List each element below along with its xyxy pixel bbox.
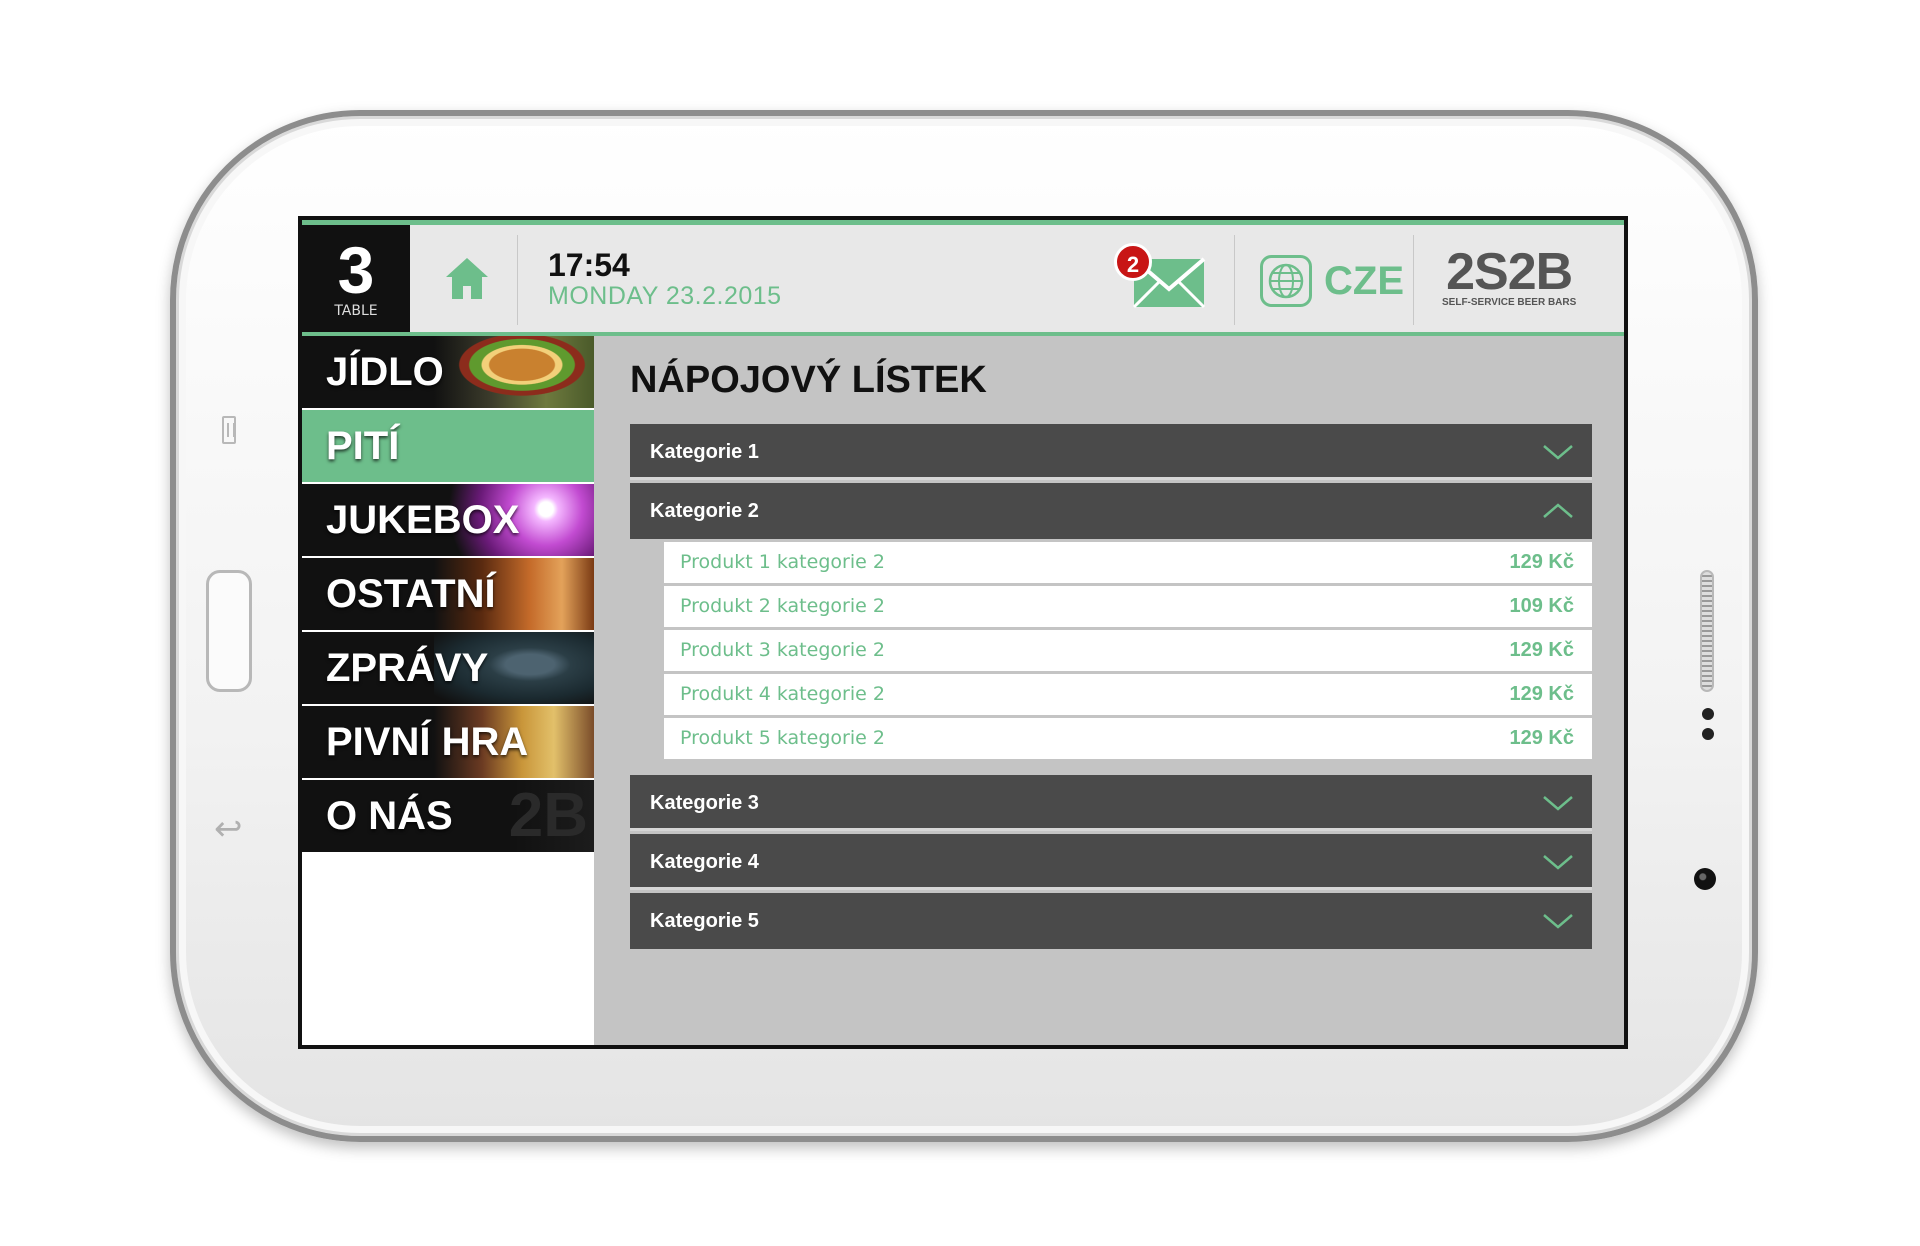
category-accordion: Kategorie 1 Kategorie 2 Produkt 1 katego… [630,424,1592,952]
logo-subtitle: SELF-SERVICE BEER BARS [1442,297,1577,308]
category-header[interactable]: Kategorie 3 [630,775,1592,831]
home-icon[interactable] [444,255,490,301]
front-camera [1694,868,1716,890]
app-screen: 3 TABLE 17:54 MONDAY 23.2.2015 2 CZE 2S2… [298,216,1628,1049]
chevron-down-icon [1543,796,1573,811]
category-header[interactable]: Kategorie 5 [630,893,1592,949]
product-row[interactable]: Produkt 4 kategorie 2 129 Kč [664,674,1592,715]
category-label: Kategorie 1 [650,441,759,463]
hardware-back-button[interactable]: ↩ [214,812,243,846]
sidebar-item-piti[interactable]: PITÍ [302,410,594,482]
product-price: 109 Kč [1509,595,1575,617]
hardware-home-button[interactable] [206,570,252,692]
category-label: Kategorie 3 [650,792,759,814]
sidebar-item-o-nas[interactable]: O NÁS [302,780,594,852]
speaker-grille [1700,570,1714,692]
sidebar-item-label: O NÁS [326,794,453,838]
sensor-dot [1702,708,1714,720]
top-bar: 3 TABLE 17:54 MONDAY 23.2.2015 2 CZE 2S2… [302,220,1624,336]
sidebar-item-pivni-hra[interactable]: PIVNÍ HRA [302,706,594,778]
product-name: Produkt 2 kategorie 2 [680,595,885,617]
clock-date: MONDAY 23.2.2015 [548,282,782,310]
logo-text: 2S2B [1446,243,1573,301]
sidebar-item-ostatni[interactable]: OSTATNÍ [302,558,594,630]
chevron-down-icon [1543,855,1573,870]
category-header[interactable]: Kategorie 1 [630,424,1592,480]
clock-time: 17:54 [548,247,630,283]
language-selector[interactable]: CZE [1324,255,1404,307]
sidebar-item-label: ZPRÁVY [326,646,489,690]
table-indicator: 3 TABLE [302,225,410,332]
header-divider [1413,235,1414,325]
product-row[interactable]: Produkt 3 kategorie 2 129 Kč [664,630,1592,671]
sensor-dot [1702,728,1714,740]
sidebar-item-label: PIVNÍ HRA [326,720,529,764]
sidebar-item-jidlo[interactable]: JÍDLO [302,336,594,408]
product-name: Produkt 3 kategorie 2 [680,639,885,661]
sidebar-item-label: PITÍ [326,424,400,468]
chevron-down-icon [1543,445,1573,460]
main-content: NÁPOJOVÝ LÍSTEK Kategorie 1 Kategorie 2 … [594,336,1624,1045]
product-row[interactable]: Produkt 1 kategorie 2 129 Kč [664,542,1592,583]
chevron-up-icon [1543,503,1573,518]
product-list: Produkt 1 kategorie 2 129 Kč Produkt 2 k… [630,539,1592,759]
brand-logo: 2S2B SELF-SERVICE BEER BARS [1442,243,1577,309]
product-row[interactable]: Produkt 5 kategorie 2 129 Kč [664,718,1592,759]
category-label: Kategorie 4 [650,851,759,873]
message-count-badge: 2 [1114,243,1152,281]
chevron-down-icon [1543,914,1573,929]
category-header[interactable]: Kategorie 4 [630,834,1592,890]
header-divider [517,235,518,325]
product-name: Produkt 5 kategorie 2 [680,727,885,749]
sidebar-item-label: JÍDLO [326,350,444,394]
product-price: 129 Kč [1509,683,1575,705]
nav-image-about [434,780,594,852]
page-title: NÁPOJOVÝ LÍSTEK [630,359,987,401]
product-price: 129 Kč [1509,639,1575,661]
nav-image-food [434,336,594,408]
sidebar-item-zpravy[interactable]: ZPRÁVY [302,632,594,704]
sidebar-item-label: OSTATNÍ [326,572,496,616]
product-price: 129 Kč [1509,551,1575,573]
header-divider [1234,235,1235,325]
sidebar-nav: JÍDLO PITÍ JUKEBOX OSTATNÍ ZPRÁVY PIVNÍ … [302,336,594,1045]
globe-icon[interactable] [1260,255,1312,307]
product-price: 129 Kč [1509,727,1575,749]
product-name: Produkt 1 kategorie 2 [680,551,885,573]
category-label: Kategorie 5 [650,910,759,932]
table-number: 3 [337,233,375,307]
product-name: Produkt 4 kategorie 2 [680,683,885,705]
product-row[interactable]: Produkt 2 kategorie 2 109 Kč [664,586,1592,627]
table-label: TABLE [334,303,378,319]
sidebar-item-jukebox[interactable]: JUKEBOX [302,484,594,556]
category-label: Kategorie 2 [650,500,759,522]
sidebar-item-label: JUKEBOX [326,498,520,542]
hardware-menu-button[interactable] [222,416,236,444]
category-header-expanded[interactable]: Kategorie 2 [630,483,1592,539]
